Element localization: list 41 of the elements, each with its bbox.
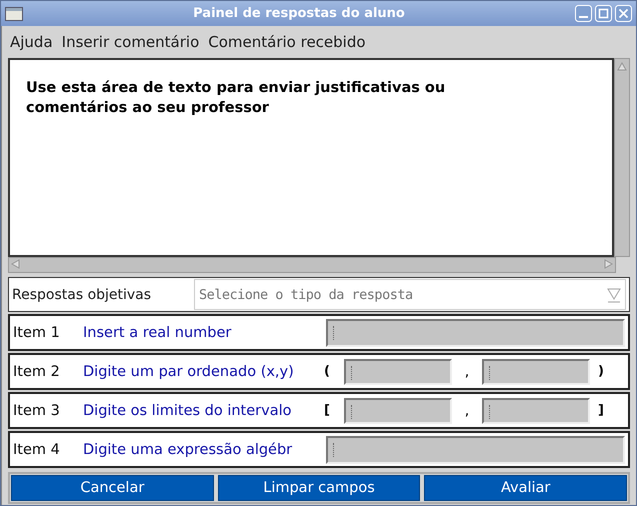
- item-prompt: Insert a real number: [83, 324, 232, 340]
- item-number: Item 1: [13, 324, 61, 340]
- item-number: Item 4: [13, 442, 61, 458]
- minimize-icon[interactable]: [575, 5, 592, 22]
- answer-field[interactable]: [326, 318, 625, 346]
- answer-field[interactable]: [482, 398, 590, 424]
- item-prompt: Digite os limites do intervalo: [83, 402, 292, 418]
- action-button[interactable]: Cancelar: [11, 475, 214, 501]
- answer-field[interactable]: [344, 398, 452, 424]
- menu-item[interactable]: Inserir comentário: [60, 33, 206, 51]
- action-button[interactable]: Limpar campos: [218, 475, 420, 501]
- comment-text: Use esta área de texto para enviar justificativas ou comentários ao seu professor: [26, 79, 446, 118]
- bracket: ): [597, 364, 605, 379]
- menu-item[interactable]: Ajuda: [8, 33, 60, 51]
- maximize-icon[interactable]: [595, 5, 612, 22]
- window-title: Painel de respostas do aluno: [192, 6, 406, 21]
- answer-field[interactable]: [326, 436, 625, 464]
- separator: ,: [464, 402, 470, 418]
- item-number: Item 3: [13, 402, 61, 418]
- close-icon[interactable]: [615, 5, 632, 22]
- action-button[interactable]: Avaliar: [424, 475, 628, 501]
- vertical-scrollbar[interactable]: [614, 58, 630, 257]
- answer-type-label: Respostas objetivas: [12, 286, 152, 302]
- dropdown-arrow-icon: [606, 286, 622, 302]
- answer-field[interactable]: [482, 358, 590, 384]
- item-prompt: Digite uma expressão algébr: [83, 442, 294, 458]
- scroll-up-arrow-icon[interactable]: [616, 60, 628, 72]
- item-number: Item 2: [13, 364, 61, 380]
- bracket: [: [323, 403, 331, 418]
- separator: ,: [464, 364, 470, 380]
- comment-text-area[interactable]: Use esta área de texto para enviar justificativas ou comentários ao seu professor: [8, 58, 614, 257]
- answer-field[interactable]: [344, 358, 452, 384]
- scroll-right-arrow-icon[interactable]: [603, 258, 615, 270]
- bracket: ]: [597, 403, 605, 418]
- menu-item[interactable]: Comentário recebido: [206, 33, 373, 51]
- scroll-left-arrow-icon[interactable]: [9, 258, 21, 270]
- item-prompt: Digite um par ordenado (x,y): [83, 364, 295, 380]
- window-icon: [5, 6, 23, 20]
- bracket: (: [323, 364, 331, 379]
- horizontal-scrollbar[interactable]: [8, 257, 616, 273]
- answer-type-dropdown[interactable]: Selecione o tipo da resposta: [194, 279, 626, 310]
